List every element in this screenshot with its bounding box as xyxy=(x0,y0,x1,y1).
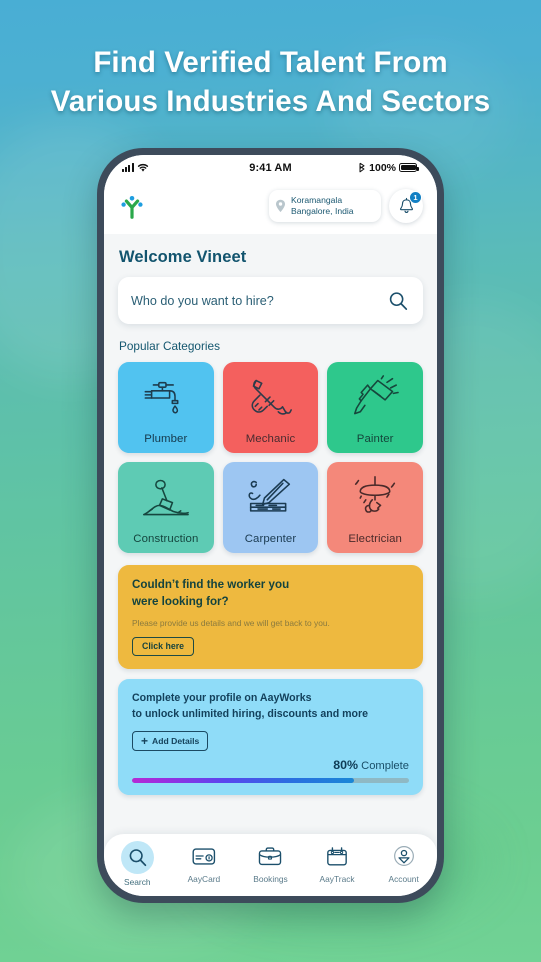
category-label: Construction xyxy=(133,533,199,545)
status-bar-right: 100% xyxy=(358,161,419,174)
popular-categories-title: Popular Categories xyxy=(119,339,220,353)
category-grid: Plumber Mechanic Painter Construction Ca… xyxy=(118,362,423,553)
nav-label: AayCard xyxy=(187,874,221,884)
promo-title-line-2: were looking for? xyxy=(132,594,229,608)
location-pin-icon xyxy=(276,199,285,212)
nav-item-search[interactable]: Search xyxy=(107,841,167,887)
nav-item-aaycard[interactable]: AayCard xyxy=(174,841,234,884)
category-tile-carpenter[interactable]: Carpenter xyxy=(222,462,319,553)
progress-label: Complete xyxy=(361,759,409,772)
wrench-hand-icon xyxy=(223,362,319,433)
search-icon xyxy=(120,841,154,874)
chisel-wood-plank-icon xyxy=(223,462,319,533)
profile-completion-card: Complete your profile on AayWorks to unl… xyxy=(118,678,423,796)
progress-caption: 80% Complete xyxy=(132,751,409,772)
category-label: Electrician xyxy=(348,533,402,545)
location-line-1: Koramangala xyxy=(291,194,343,205)
worker-not-found-card: Couldn’t find the worker you were lookin… xyxy=(118,565,423,669)
notification-badge: 1 xyxy=(409,191,422,204)
nav-label: Bookings xyxy=(253,874,288,884)
status-bar: 9:41 AM 100% xyxy=(104,155,437,180)
phone-screen: 9:41 AM 100% Koramangala Bangalore, Indi xyxy=(104,155,437,896)
promo-subtitle: Please provide us details and we will ge… xyxy=(132,617,330,628)
click-here-button[interactable]: Click here xyxy=(132,636,195,656)
headline-line-2: Various Industries And Sectors xyxy=(50,84,491,118)
search-input-placeholder[interactable]: Who do you want to hire? xyxy=(131,294,387,308)
nav-label: AayTrack xyxy=(319,874,355,884)
nav-item-bookings[interactable]: Bookings xyxy=(240,841,300,884)
bluetooth-icon xyxy=(359,162,365,173)
category-label: Carpenter xyxy=(244,533,297,545)
add-details-button[interactable]: + Add Details xyxy=(132,730,209,751)
category-tile-electrician[interactable]: Electrician xyxy=(327,462,423,553)
progress-bar-fill xyxy=(132,777,354,784)
search-icon[interactable] xyxy=(387,290,409,312)
plus-icon: + xyxy=(141,733,149,748)
nav-label: Account xyxy=(388,874,419,884)
add-details-label: Add Details xyxy=(152,735,200,746)
category-tile-mechanic[interactable]: Mechanic xyxy=(222,362,319,453)
headline-line-1: Find Verified Talent From xyxy=(93,46,448,79)
promo-headline: Find Verified Talent From Various Indust… xyxy=(0,44,541,122)
shovel-dirt-pile-icon xyxy=(118,462,214,533)
battery-percent-label: 100% xyxy=(369,161,396,174)
promo-title: Couldn’t find the worker you were lookin… xyxy=(132,577,409,611)
profile-title-line-1: Complete your profile on AayWorks xyxy=(132,691,312,704)
paint-brush-icon xyxy=(327,362,423,433)
aayworks-logo-icon xyxy=(121,195,143,219)
user-icon xyxy=(387,841,421,871)
category-label: Plumber xyxy=(144,433,188,445)
category-tile-painter[interactable]: Painter xyxy=(327,362,423,453)
location-line-2: Bangalore, India xyxy=(291,206,354,216)
profile-card-title: Complete your profile on AayWorks to unl… xyxy=(132,690,409,722)
location-text: Koramangala Bangalore, India xyxy=(291,195,354,218)
progress-bar-track xyxy=(132,777,409,784)
category-tile-plumber[interactable]: Plumber xyxy=(118,362,214,453)
location-selector[interactable]: Koramangala Bangalore, India xyxy=(269,189,381,223)
welcome-greeting: Welcome Vineet xyxy=(119,248,247,266)
nav-item-aaytrack[interactable]: AayTrack xyxy=(307,841,367,884)
app-header: Koramangala Bangalore, India 1 xyxy=(104,180,437,234)
briefcase-icon xyxy=(253,841,287,871)
phone-mockup-frame: 9:41 AM 100% Koramangala Bangalore, Indi xyxy=(97,148,444,903)
calendar-icon xyxy=(320,841,354,871)
nav-label: Search xyxy=(124,877,151,887)
category-label: Mechanic xyxy=(245,433,296,445)
nav-item-account[interactable]: Account xyxy=(374,841,434,884)
bottom-navigation: Search AayCard Bookings AayTrack Account xyxy=(104,834,437,896)
lamp-hand-icon xyxy=(327,462,423,533)
profile-title-line-2: to unlock unlimited hiring, discounts an… xyxy=(132,707,369,720)
app-content: Welcome Vineet Who do you want to hire? … xyxy=(104,234,437,835)
progress-percent: 80% xyxy=(333,757,358,772)
category-label: Painter xyxy=(356,433,394,445)
search-bar[interactable]: Who do you want to hire? xyxy=(118,277,423,324)
notification-button[interactable]: 1 xyxy=(389,189,423,223)
battery-full-icon xyxy=(399,163,419,172)
faucet-tap-icon xyxy=(118,362,214,433)
category-tile-construction[interactable]: Construction xyxy=(118,462,214,553)
promo-title-line-1: Couldn’t find the worker you xyxy=(132,578,290,591)
card-icon xyxy=(187,841,221,871)
